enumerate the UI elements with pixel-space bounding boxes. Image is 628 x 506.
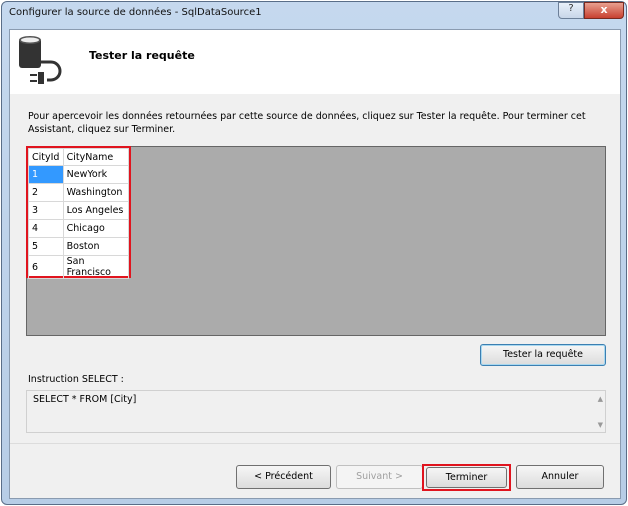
select-statement: SELECT * FROM [City] xyxy=(33,394,137,405)
table-row[interactable]: 4 Chicago xyxy=(28,219,130,238)
database-plug-icon xyxy=(19,36,62,84)
table-header: CityId CityName xyxy=(28,148,130,166)
dialog-client: Tester la requête Pour apercevoir les do… xyxy=(9,29,621,499)
next-button[interactable]: Suivant > xyxy=(336,465,423,489)
wizard-header: Tester la requête xyxy=(10,30,620,94)
table-row[interactable]: 3 Los Angeles xyxy=(28,201,130,220)
cell[interactable]: San Francisco xyxy=(62,255,130,279)
description: Pour apercevoir les données retournées p… xyxy=(28,111,586,135)
finish-highlight xyxy=(422,464,511,491)
cell[interactable]: NewYork xyxy=(62,165,130,184)
scroll-down-icon[interactable]: ▼ xyxy=(598,421,603,429)
cancel-button[interactable]: Annuler xyxy=(516,465,604,489)
help-button[interactable]: ? xyxy=(558,2,584,19)
test-query-button[interactable]: Tester la requête xyxy=(480,344,606,366)
cell[interactable]: 4 xyxy=(28,219,64,238)
cell[interactable]: Boston xyxy=(62,237,130,256)
cell[interactable]: Chicago xyxy=(62,219,130,238)
table-row[interactable]: 5 Boston xyxy=(28,237,130,256)
close-button[interactable]: x xyxy=(584,2,624,19)
select-label: Instruction SELECT : xyxy=(28,374,124,385)
scroll-up-icon[interactable]: ▲ xyxy=(598,395,603,403)
cell[interactable]: 1 xyxy=(28,165,64,184)
cell[interactable]: 2 xyxy=(28,183,64,202)
table-row[interactable]: 1 NewYork xyxy=(28,165,130,184)
results-table[interactable]: CityId CityName 1 NewYork 2 Washington 3 Lo… xyxy=(26,146,131,279)
previous-button[interactable]: < Précédent xyxy=(236,465,331,489)
column-header[interactable]: CityId xyxy=(28,148,64,166)
window-title: Configurer la source de données - SqlDat… xyxy=(9,7,262,18)
cell[interactable]: Los Angeles xyxy=(62,201,130,220)
page-title: Tester la requête xyxy=(89,49,195,62)
separator xyxy=(10,443,620,444)
cell[interactable]: 5 xyxy=(28,237,64,256)
cell[interactable]: Washington xyxy=(62,183,130,202)
cell[interactable]: 3 xyxy=(28,201,64,220)
dialog-window: Configurer la source de données - SqlDat… xyxy=(1,1,627,505)
cell[interactable]: 6 xyxy=(28,255,64,279)
table-row[interactable]: 6 San Francisco xyxy=(28,255,130,279)
select-statement-box[interactable]: SELECT * FROM [City] ▲ ▼ xyxy=(26,390,606,433)
table-row[interactable]: 2 Washington xyxy=(28,183,130,202)
column-header[interactable]: CityName xyxy=(62,148,130,166)
